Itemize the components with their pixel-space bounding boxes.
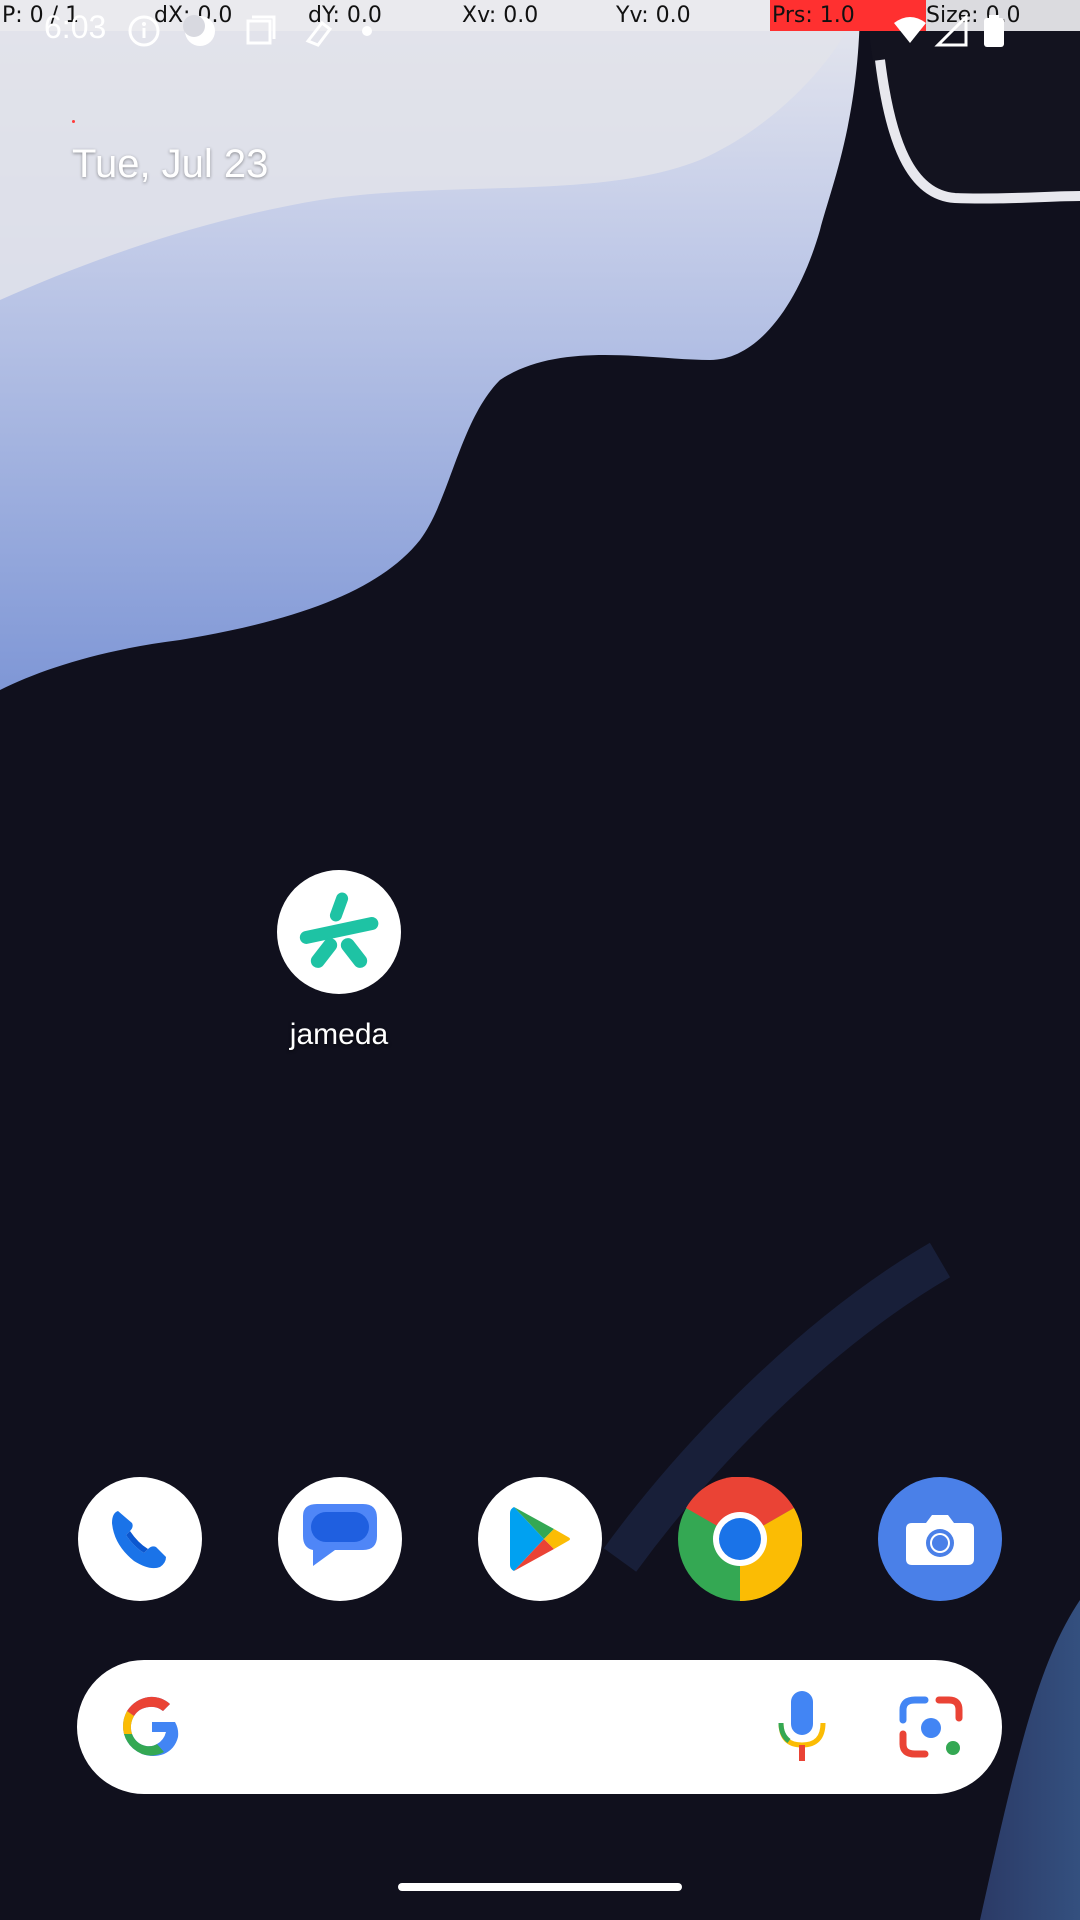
wifi-icon xyxy=(894,17,926,43)
date-widget-dot xyxy=(72,120,75,123)
dock-chrome-button[interactable] xyxy=(678,1477,802,1601)
google-search-bar[interactable] xyxy=(77,1660,1002,1794)
vpn-key-icon xyxy=(305,20,333,47)
chrome-icon xyxy=(678,1477,802,1601)
app-label-jameda: jameda xyxy=(289,1018,389,1051)
google-lens-icon[interactable] xyxy=(892,1660,972,1794)
debug-yv: Yv: 0.0 xyxy=(616,3,691,28)
wallpaper xyxy=(0,0,1080,1920)
play-store-icon xyxy=(478,1477,602,1601)
dock-camera-button[interactable] xyxy=(878,1477,1002,1601)
notification-dot-icon xyxy=(362,26,372,36)
phone-icon xyxy=(78,1477,202,1601)
debug-xv: Xv: 0.0 xyxy=(462,3,539,28)
info-icon xyxy=(128,15,160,47)
date-widget[interactable]: Tue, Jul 23 xyxy=(72,142,268,187)
night-mode-icon xyxy=(183,15,215,46)
dock-messages-button[interactable] xyxy=(278,1477,402,1601)
camera-icon xyxy=(878,1477,1002,1601)
app-shortcut-jameda[interactable]: jameda xyxy=(256,868,422,1068)
screenshot-icon xyxy=(246,15,276,45)
gesture-nav-handle[interactable] xyxy=(398,1883,682,1891)
microphone-icon[interactable] xyxy=(767,1660,837,1794)
jameda-icon xyxy=(277,870,401,994)
dock-play-store-button[interactable] xyxy=(478,1477,602,1601)
messages-icon xyxy=(278,1477,402,1601)
google-g-icon xyxy=(117,1660,187,1794)
dock-phone-button[interactable] xyxy=(78,1477,202,1601)
status-time: 6:03 xyxy=(44,9,107,45)
signal-icon xyxy=(934,13,968,47)
battery-icon xyxy=(984,15,1004,47)
